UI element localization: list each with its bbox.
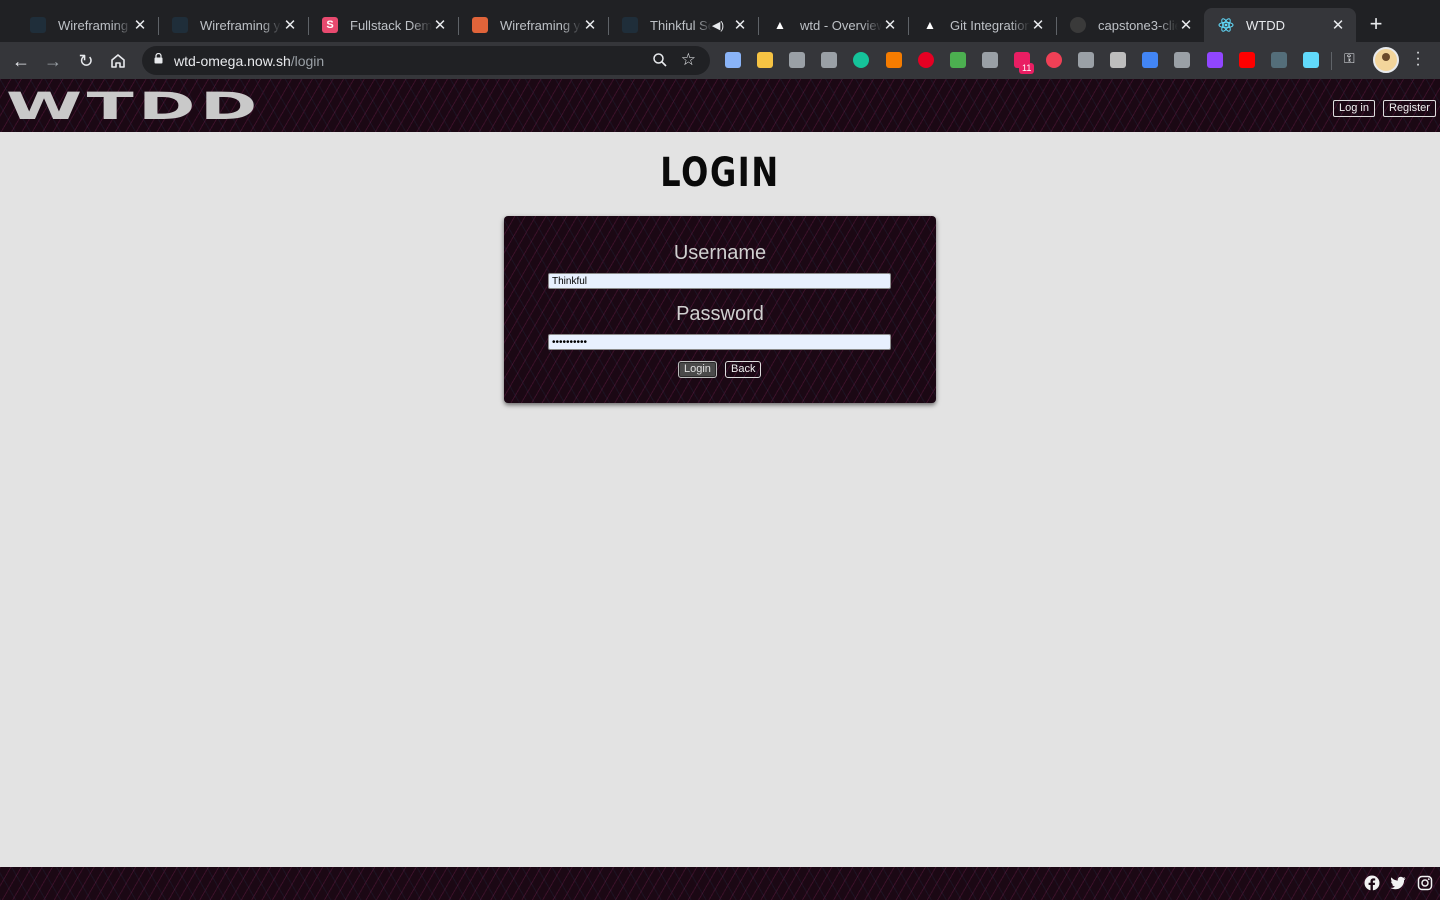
url-text: wtd-omega.now.sh/login	[174, 53, 325, 69]
vercel-icon: ▲	[924, 18, 936, 32]
pinterest-extension-icon[interactable]	[918, 52, 934, 68]
chart-extension-icon[interactable]	[886, 52, 902, 68]
browser-tab-active[interactable]: WTDD ✕	[1204, 8, 1356, 42]
tag-extension-icon[interactable]	[1174, 52, 1190, 68]
more-menu-icon[interactable]: · · ·	[1412, 45, 1424, 73]
reload-icon[interactable]: ↻	[75, 50, 97, 72]
close-tab-icon[interactable]: ✕	[282, 16, 298, 34]
github-icon	[1070, 17, 1086, 33]
header-register-button[interactable]: Register	[1383, 100, 1436, 117]
page-title: LOGIN	[660, 150, 780, 196]
key-icon[interactable]: ⚿	[1344, 50, 1355, 67]
close-tab-icon[interactable]: ✕	[132, 16, 148, 34]
tab-title: Wireframing yo	[500, 17, 582, 33]
diamond-extension-icon[interactable]	[725, 52, 741, 68]
browser-tab-4[interactable]: Wireframing yo ✕	[458, 8, 609, 42]
home-icon[interactable]	[107, 50, 129, 72]
login-form: Username Password Login Back	[504, 216, 936, 403]
browser-tab-5[interactable]: Thinkful Se ◀︎) ✕	[608, 8, 759, 42]
close-tab-icon[interactable]: ✕	[1030, 16, 1046, 34]
address-bar[interactable]: wtd-omega.now.sh/login ☆	[142, 46, 710, 75]
close-tab-icon[interactable]: ✕	[582, 16, 598, 34]
drop-extension-icon[interactable]	[1142, 52, 1158, 68]
lock-icon	[154, 53, 163, 64]
site-header: WTDD Log in Register	[0, 79, 1440, 132]
password-label: Password	[676, 303, 764, 325]
tab-title: wtd - Overview	[800, 17, 882, 33]
color-wheel-extension-icon[interactable]	[950, 52, 966, 68]
facebook-icon[interactable]	[1364, 875, 1380, 891]
tab-title: WTDD	[1246, 17, 1285, 33]
close-tab-icon[interactable]: ✕	[1330, 16, 1346, 34]
font-extension-icon[interactable]	[1078, 52, 1094, 68]
browser-toolbar: ← → ↻ wtd-omega.now.sh/login ☆	[0, 42, 1440, 79]
tab-title: Fullstack Demo	[350, 17, 432, 33]
zoom-icon[interactable]	[652, 52, 668, 68]
tab-title: Wireframing yo	[58, 17, 132, 33]
react-devtools-extension-icon[interactable]	[1303, 52, 1319, 68]
site-logo[interactable]: WTDD	[6, 87, 262, 125]
extension-badge: 11	[1019, 63, 1035, 74]
tab-title: Git Integrations	[950, 17, 1030, 33]
instagram-icon[interactable]	[1417, 875, 1433, 891]
thinkful-icon	[30, 17, 46, 33]
tab-title: Wireframing yo	[200, 17, 282, 33]
react-icon	[1218, 17, 1234, 33]
site-footer	[0, 867, 1440, 900]
page-extension-icon[interactable]	[1110, 52, 1126, 68]
password-input[interactable]	[548, 334, 891, 350]
browser-tab-7[interactable]: ▲ Git Integrations ✕	[908, 8, 1057, 42]
buffer-extension-icon[interactable]	[821, 52, 837, 68]
bookmark-star-icon[interactable]: ☆	[681, 50, 696, 70]
username-input[interactable]	[548, 273, 891, 289]
thinkful-icon	[172, 17, 188, 33]
bulb-extension-icon[interactable]	[982, 52, 998, 68]
close-tab-icon[interactable]: ✕	[432, 16, 448, 34]
twitch-extension-icon[interactable]	[1207, 52, 1223, 68]
browser-tab-strip: Wireframing yo ✕ Wireframing yo ✕ S Full…	[0, 0, 1440, 42]
header-login-button[interactable]: Log in	[1333, 100, 1375, 117]
pocket-extension-icon[interactable]	[1046, 52, 1062, 68]
browser-tab-8[interactable]: capstone3-clie ✕	[1056, 8, 1204, 42]
speaker-muted-icon[interactable]: ◀︎)	[712, 19, 724, 32]
back-arrow-icon[interactable]: ←	[10, 50, 32, 72]
browser-tab-2[interactable]: Wireframing yo ✕	[158, 8, 309, 42]
username-label: Username	[673, 242, 767, 264]
tab-title: capstone3-clie	[1098, 17, 1178, 33]
new-tab-icon[interactable]: +	[1364, 12, 1388, 36]
login-submit-button[interactable]: Login	[678, 361, 717, 378]
close-tab-icon[interactable]: ✕	[882, 16, 898, 34]
browser-tab-6[interactable]: ▲ wtd - Overview ✕	[758, 8, 909, 42]
type-extension-icon[interactable]	[1271, 52, 1287, 68]
browser-tab-3[interactable]: S Fullstack Demo ✕	[308, 8, 459, 42]
tab-title: Thinkful Se	[650, 17, 712, 33]
twitter-icon[interactable]	[1390, 875, 1406, 891]
back-button[interactable]: Back	[725, 361, 762, 378]
close-tab-icon[interactable]: ✕	[732, 16, 748, 34]
s-icon: S	[322, 17, 338, 33]
youtube-extension-icon[interactable]	[1239, 52, 1255, 68]
thinkful-icon	[622, 17, 638, 33]
pen-extension-icon[interactable]	[789, 52, 805, 68]
avatar[interactable]	[1373, 47, 1399, 73]
grammarly-extension-icon[interactable]	[853, 52, 869, 68]
pencil-icon	[472, 17, 488, 33]
sticky-notes-extension-icon[interactable]	[757, 52, 773, 68]
vercel-icon: ▲	[774, 18, 786, 32]
forward-arrow-icon[interactable]: →	[42, 50, 64, 72]
close-tab-icon[interactable]: ✕	[1178, 16, 1194, 34]
browser-tab-1[interactable]: Wireframing yo ✕	[16, 8, 159, 42]
